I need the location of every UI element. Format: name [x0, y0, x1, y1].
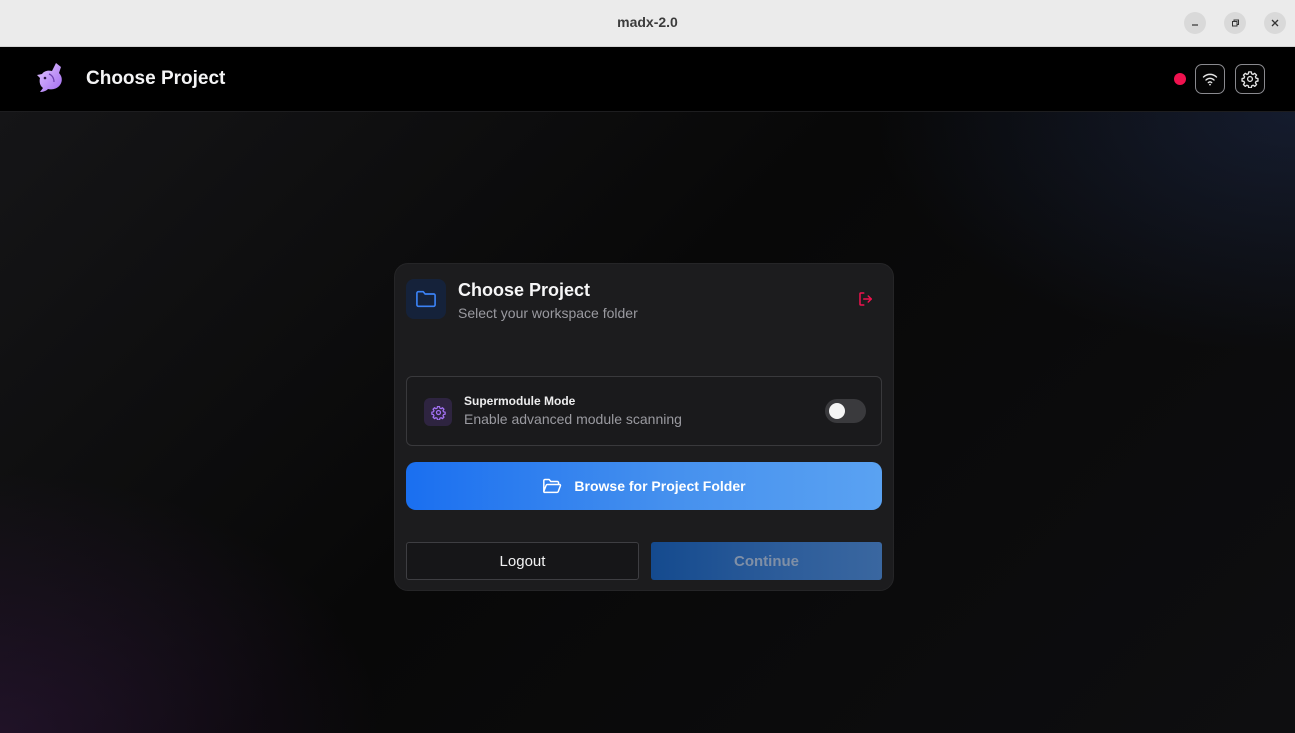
minimize-button[interactable]	[1184, 12, 1206, 34]
folder-icon	[416, 290, 436, 308]
gear-icon	[1241, 71, 1259, 88]
app-title: Choose Project	[86, 68, 226, 89]
folder-tile	[406, 279, 446, 319]
gear-icon	[430, 405, 446, 420]
folder-open-icon	[543, 478, 562, 494]
supermodule-panel: Supermodule Mode Enable advanced module …	[406, 376, 882, 446]
restore-icon	[1232, 19, 1239, 27]
close-button[interactable]	[1264, 12, 1286, 34]
maximize-button[interactable]	[1224, 12, 1246, 34]
logout-icon	[859, 292, 872, 306]
toggle-knob	[829, 403, 845, 419]
card-title: Choose Project	[458, 280, 591, 300]
network-button[interactable]	[1195, 64, 1225, 94]
window-titlebar: madx-2.0	[0, 0, 1295, 47]
supermodule-icon-tile	[424, 398, 452, 426]
wifi-icon	[1202, 73, 1218, 86]
logout-button[interactable]: Logout	[406, 542, 639, 580]
choose-project-card: Choose Project Select your workspace fol…	[394, 263, 894, 591]
app-header: Choose Project	[0, 47, 1295, 112]
unicorn-logo-icon	[34, 61, 66, 95]
close-icon	[1271, 19, 1279, 27]
browse-folder-button[interactable]: Browse for Project Folder	[406, 462, 882, 510]
continue-button[interactable]: Continue	[651, 542, 882, 580]
card-subtitle: Select your workspace folder	[458, 305, 638, 321]
connection-status-dot	[1174, 73, 1186, 85]
browse-label: Browse for Project Folder	[574, 478, 746, 494]
main-area: Choose Project Select your workspace fol…	[0, 112, 1295, 733]
supermodule-title: Supermodule Mode	[464, 394, 576, 408]
supermodule-subtitle: Enable advanced module scanning	[464, 411, 682, 427]
exit-button[interactable]	[855, 288, 877, 310]
window-title: madx-2.0	[617, 14, 678, 30]
settings-button[interactable]	[1235, 64, 1265, 94]
minimize-icon	[1192, 24, 1198, 26]
supermodule-toggle[interactable]	[825, 399, 866, 423]
